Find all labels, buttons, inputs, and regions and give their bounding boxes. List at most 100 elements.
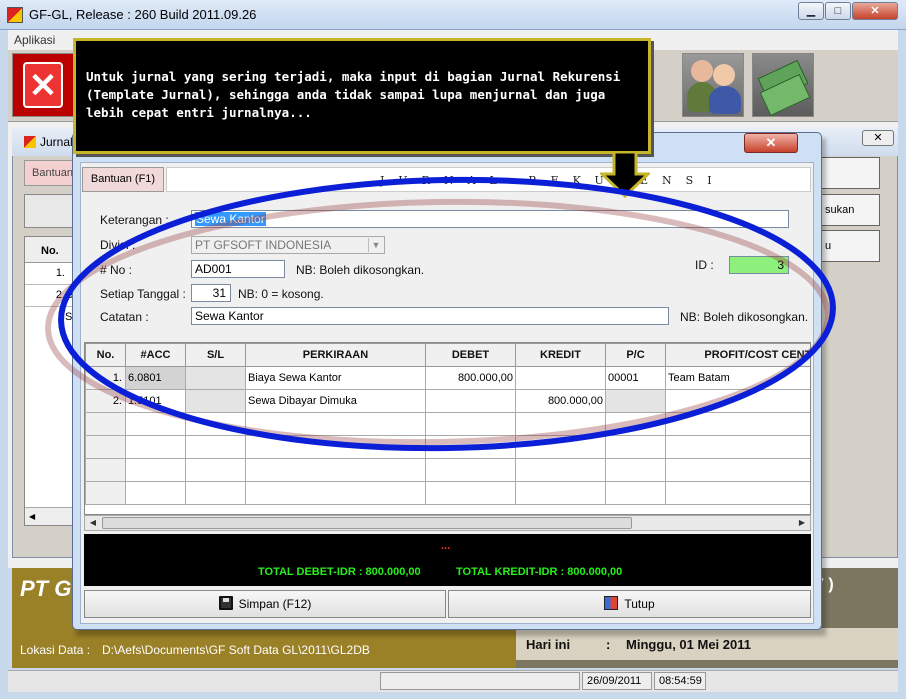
debet-cell[interactable] [425,412,516,436]
column-header-profit-cost-centre[interactable]: PROFIT/COST CENTRE [665,343,810,367]
maximize-button[interactable]: □ [825,2,851,20]
pc-cell[interactable] [605,481,666,505]
profit-cost-centre-cell[interactable] [665,389,810,413]
close-dialog-button[interactable]: Tutup [448,590,811,618]
background-scroll-left[interactable]: ◀ [25,507,73,525]
sl-cell[interactable] [185,412,246,436]
dropdown-arrow-icon[interactable]: ▼ [368,238,383,252]
perkiraan-cell[interactable] [245,458,426,482]
sl-cell[interactable] [185,389,246,413]
background-right-button[interactable] [820,157,880,189]
acc-cell[interactable]: 6.0801 [125,366,186,390]
profit-cost-centre-cell[interactable] [665,481,810,505]
table-row[interactable] [85,412,810,436]
status-time: 08:54:59 [654,672,706,690]
table-row[interactable] [85,458,810,482]
kredit-cell[interactable] [515,412,606,436]
id-label: ID : [695,258,714,272]
catatan-note: NB: Boleh dikosongkan. [680,310,809,324]
column-header-pc[interactable]: P/C [605,343,666,367]
pc-cell[interactable]: 00001 [605,366,666,390]
debet-cell[interactable]: 800.000,00 [425,366,516,390]
menu-aplikasi[interactable]: Aplikasi [14,33,55,47]
row-number: 1. [85,366,126,390]
acc-cell[interactable]: 1.5101 [125,389,186,413]
perkiraan-cell[interactable] [245,481,426,505]
no-input[interactable]: AD001 [191,260,285,278]
column-header-no[interactable]: No. [85,343,126,367]
acc-cell[interactable] [125,435,186,459]
scroll-right-arrow-icon[interactable]: ▶ [795,517,809,529]
exit-icon: ✕ [23,62,63,108]
pc-cell[interactable] [605,389,666,413]
background-grid-row[interactable]: 1. [25,263,73,285]
profit-cost-centre-cell[interactable] [665,435,810,459]
help-button[interactable]: Bantuan (F1) [82,167,164,192]
users-toolbar-button[interactable] [682,53,744,117]
perkiraan-cell[interactable]: Sewa Dibayar Dimuka [245,389,426,413]
exit-toolbar-button[interactable]: ✕ [12,53,74,117]
profit-cost-centre-cell[interactable] [665,412,810,436]
column-header-acc[interactable]: #ACC [125,343,186,367]
keterangan-input[interactable]: Sewa Kantor [191,210,789,228]
kredit-cell[interactable] [515,481,606,505]
save-button[interactable]: Simpan (F12) [84,590,446,618]
background-right-button[interactable]: sukan [820,194,880,226]
debet-cell[interactable] [425,389,516,413]
dialog-close-button[interactable]: ✕ [744,133,798,153]
pc-cell[interactable] [605,458,666,482]
window-title: GF-GL, Release : 260 Build 2011.09.26 [29,7,257,22]
total-kredit: TOTAL KREDIT-IDR : 800.000,00 [456,566,623,578]
kredit-cell[interactable]: 800.000,00 [515,389,606,413]
perkiraan-cell[interactable]: Biaya Sewa Kantor [245,366,426,390]
pc-cell[interactable] [605,435,666,459]
profit-cost-centre-cell[interactable]: Team Batam [665,366,810,390]
today-colon: : [606,637,611,652]
debet-cell[interactable] [425,458,516,482]
floppy-icon [218,596,233,610]
sl-cell[interactable] [185,366,246,390]
pc-cell[interactable] [605,412,666,436]
tanggal-input[interactable]: 31 [191,284,231,302]
journal-grid: No. #ACC S/L PERKIRAAN DEBET KREDIT P/C … [84,342,811,515]
callout-arrow-icon [600,152,650,198]
column-header-kredit[interactable]: KREDIT [515,343,606,367]
debet-cell[interactable] [425,435,516,459]
row-number [85,412,126,436]
column-header-sl[interactable]: S/L [185,343,246,367]
scrollbar-thumb[interactable] [102,517,632,529]
background-right-button[interactable]: u [820,230,880,262]
column-header-perkiraan[interactable]: PERKIRAAN [245,343,426,367]
kredit-cell[interactable] [515,458,606,482]
status-cell [380,672,580,690]
background-bantuan-button[interactable]: Bantuan [24,160,76,186]
keterangan-selected-text: Sewa Kantor [195,212,266,226]
catatan-input[interactable]: Sewa Kantor [191,307,669,325]
sl-cell[interactable] [185,481,246,505]
close-button[interactable]: ✕ [852,2,898,20]
kredit-cell[interactable] [515,366,606,390]
divisi-select[interactable]: PT GFSOFT INDONESIA [191,236,385,254]
table-row[interactable]: 2. 1.5101 Sewa Dibayar Dimuka 800.000,00 [85,389,810,413]
perkiraan-cell[interactable] [245,412,426,436]
acc-cell[interactable] [125,412,186,436]
acc-cell[interactable] [125,481,186,505]
total-debet: TOTAL DEBET-IDR : 800.000,00 [258,566,421,578]
scroll-left-arrow-icon[interactable]: ◀ [86,517,100,529]
debet-cell[interactable] [425,481,516,505]
sl-cell[interactable] [185,435,246,459]
minimize-button[interactable]: ▁ [798,2,824,20]
sl-cell[interactable] [185,458,246,482]
perkiraan-cell[interactable] [245,435,426,459]
profit-cost-centre-cell[interactable] [665,458,810,482]
kredit-cell[interactable] [515,435,606,459]
table-row[interactable] [85,435,810,459]
column-header-debet[interactable]: DEBET [425,343,516,367]
table-row[interactable] [85,481,810,505]
money-toolbar-button[interactable] [752,53,814,117]
background-window-close-button[interactable]: ✕ [862,130,894,146]
background-window-title: Jurnal [40,135,73,149]
catatan-label: Catatan : [100,310,149,324]
acc-cell[interactable] [125,458,186,482]
table-row[interactable]: 1. 6.0801 Biaya Sewa Kantor 800.000,00 0… [85,366,810,390]
